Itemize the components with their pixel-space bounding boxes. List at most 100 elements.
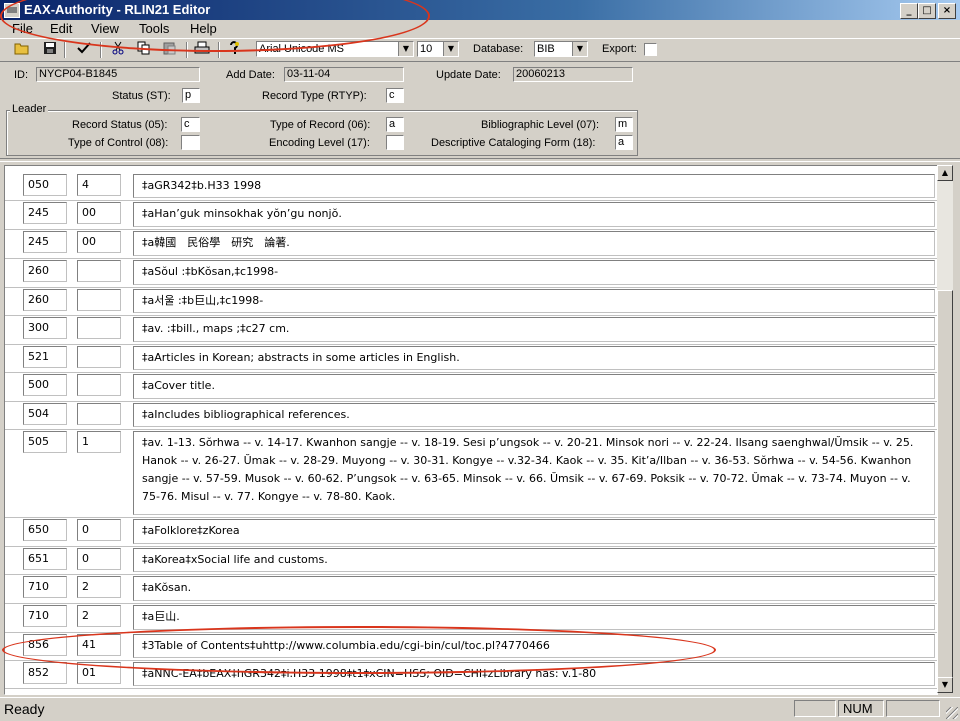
close-button[interactable]: × xyxy=(938,3,956,19)
field-data[interactable]: ‡aSŏul :‡bKŏsan,‡c1998- xyxy=(133,260,935,285)
menu-view[interactable]: View xyxy=(91,21,119,36)
field-indicators[interactable] xyxy=(77,317,121,339)
help-icon[interactable] xyxy=(224,41,244,59)
chevron-down-icon[interactable]: ▼ xyxy=(398,42,413,56)
database-select[interactable]: BIB ▼ xyxy=(534,41,588,57)
pane-splitter[interactable] xyxy=(0,158,960,162)
maximize-button[interactable]: □ xyxy=(918,3,936,19)
scroll-thumb[interactable] xyxy=(937,290,953,682)
type-of-control-field[interactable] xyxy=(181,135,200,150)
chevron-down-icon[interactable]: ▼ xyxy=(443,42,458,56)
field-indicators[interactable] xyxy=(77,374,121,396)
field-tag[interactable]: 521 xyxy=(23,346,67,368)
type-of-record-field[interactable]: a xyxy=(386,117,404,132)
field-data[interactable]: ‡aKorea‡xSocial life and customs. xyxy=(133,548,935,572)
print-icon[interactable] xyxy=(192,41,212,59)
font-size-select[interactable]: 10 ▼ xyxy=(417,41,459,57)
row-divider xyxy=(5,287,937,288)
desc-form-field[interactable]: a xyxy=(615,135,633,150)
marc-field-row: 260 ‡a서울 :‡b巨山,‡c1998- xyxy=(5,289,937,317)
update-date-field[interactable]: 20060213 xyxy=(513,67,633,82)
field-data[interactable]: ‡aNNC-EA‡bEAX‡hGR342‡i.H33 1998‡t1‡xCIN=… xyxy=(133,662,935,686)
copy-icon[interactable] xyxy=(134,41,154,59)
paste-icon[interactable] xyxy=(160,41,180,59)
record-type-field[interactable]: c xyxy=(386,88,404,103)
field-indicators[interactable]: 0 xyxy=(77,519,121,541)
menu-tools[interactable]: Tools xyxy=(139,21,169,36)
field-data[interactable]: ‡aGR342‡b.H33 1998 xyxy=(133,174,935,198)
field-tag[interactable]: 650 xyxy=(23,519,67,541)
field-indicators[interactable]: 0 xyxy=(77,548,121,570)
resize-grip[interactable] xyxy=(946,707,958,719)
id-field[interactable]: NYCP04-B1845 xyxy=(36,67,200,82)
field-tag[interactable]: 852 xyxy=(23,662,67,684)
field-indicators[interactable] xyxy=(77,346,121,368)
field-tag[interactable]: 504 xyxy=(23,403,67,425)
status-panel-empty xyxy=(794,700,836,717)
export-checkbox[interactable] xyxy=(644,43,657,56)
field-tag[interactable]: 710 xyxy=(23,576,67,598)
field-tag[interactable]: 245 xyxy=(23,202,67,224)
field-indicators[interactable] xyxy=(77,289,121,311)
field-data[interactable]: ‡av. 1-13. Sŏrhwa -- v. 14-17. Kwanhon s… xyxy=(133,431,935,515)
marc-field-row: 852 01 ‡aNNC-EA‡bEAX‡hGR342‡i.H33 1998‡t1‡… xyxy=(5,662,937,690)
font-select[interactable]: Arial Unicode MS ▼ xyxy=(256,41,414,57)
scroll-up-icon[interactable]: ▲ xyxy=(937,165,953,181)
title-bar: EAX-Authority - RLIN21 Editor _ □ × xyxy=(0,0,960,20)
menu-file[interactable]: File xyxy=(12,21,33,36)
field-indicators[interactable]: 00 xyxy=(77,202,121,224)
field-indicators[interactable] xyxy=(77,403,121,425)
add-date-field[interactable]: 03-11-04 xyxy=(284,67,404,82)
field-indicators[interactable]: 2 xyxy=(77,576,121,598)
row-divider xyxy=(5,200,937,201)
field-tag[interactable]: 260 xyxy=(23,260,67,282)
field-indicators[interactable] xyxy=(77,260,121,282)
encoding-level-field[interactable] xyxy=(386,135,404,150)
field-indicators[interactable]: 2 xyxy=(77,605,121,627)
bib-level-field[interactable]: m xyxy=(615,117,633,132)
field-data[interactable]: ‡a韓國 民俗學 研究 論著. xyxy=(133,231,935,256)
field-data[interactable]: ‡aHan’guk minsokhak yŏn’gu nonjŏ. xyxy=(133,202,935,227)
field-indicators[interactable]: 01 xyxy=(77,662,121,684)
status-field[interactable]: p xyxy=(182,88,200,103)
font-select-value: Arial Unicode MS xyxy=(259,43,344,55)
field-tag[interactable]: 050 xyxy=(23,174,67,196)
field-data[interactable]: ‡3Table of Contents‡uhttp://www.columbia… xyxy=(133,634,935,658)
open-folder-icon[interactable] xyxy=(12,41,32,59)
marc-field-row: 500 ‡aCover title. xyxy=(5,374,937,403)
field-data[interactable]: ‡av. :‡bill., maps ;‡c27 cm. xyxy=(133,317,935,342)
scroll-down-icon[interactable]: ▼ xyxy=(937,677,953,693)
app-icon[interactable] xyxy=(4,3,20,18)
field-tag[interactable]: 245 xyxy=(23,231,67,253)
field-indicators[interactable]: 1 xyxy=(77,431,121,453)
minimize-button[interactable]: _ xyxy=(900,3,918,19)
status-text: Ready xyxy=(4,701,45,717)
field-data[interactable]: ‡aFolklore‡zKorea xyxy=(133,519,935,544)
cut-icon[interactable] xyxy=(108,41,128,59)
field-data[interactable]: ‡aIncludes bibliographical references. xyxy=(133,403,935,427)
field-tag[interactable]: 651 xyxy=(23,548,67,570)
menu-edit[interactable]: Edit xyxy=(50,21,72,36)
field-data[interactable]: ‡aKŏsan. xyxy=(133,576,935,601)
field-tag[interactable]: 500 xyxy=(23,374,67,396)
field-tag[interactable]: 300 xyxy=(23,317,67,339)
field-tag[interactable]: 260 xyxy=(23,289,67,311)
field-tag[interactable]: 505 xyxy=(23,431,67,453)
checkmark-icon[interactable] xyxy=(74,41,94,59)
field-indicators[interactable]: 41 xyxy=(77,634,121,656)
vertical-scrollbar[interactable]: ▲ ▼ xyxy=(937,165,953,693)
export-label: Export: xyxy=(602,43,637,55)
field-data[interactable]: ‡aCover title. xyxy=(133,374,935,399)
menu-help[interactable]: Help xyxy=(190,21,217,36)
field-data[interactable]: ‡a서울 :‡b巨山,‡c1998- xyxy=(133,289,935,313)
field-indicators[interactable]: 00 xyxy=(77,231,121,253)
chevron-down-icon[interactable]: ▼ xyxy=(572,42,587,56)
field-tag[interactable]: 710 xyxy=(23,605,67,627)
save-icon[interactable] xyxy=(40,41,60,59)
field-tag[interactable]: 856 xyxy=(23,634,67,656)
field-indicators[interactable]: 4 xyxy=(77,174,121,196)
field-data[interactable]: ‡aArticles in Korean; abstracts in some … xyxy=(133,346,935,370)
field-data[interactable]: ‡a巨山. xyxy=(133,605,935,630)
record-status-field[interactable]: c xyxy=(181,117,200,132)
leader-group-label: Leader xyxy=(10,103,49,115)
